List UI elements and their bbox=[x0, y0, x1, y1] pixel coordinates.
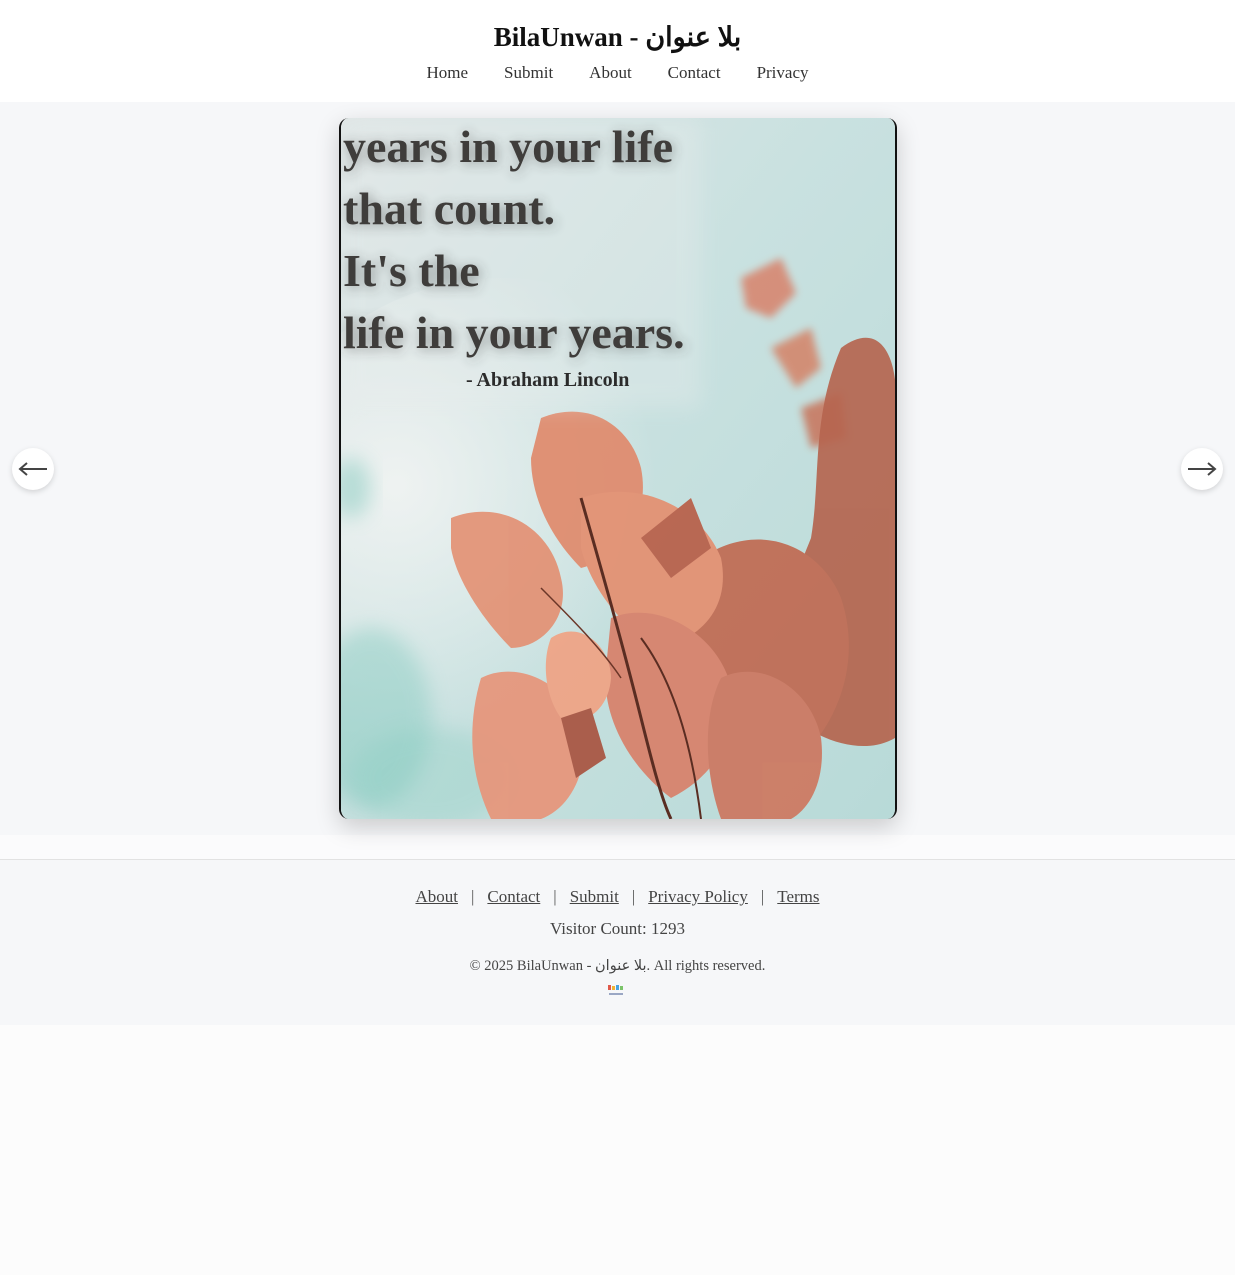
nav-about[interactable]: About bbox=[589, 63, 632, 83]
site-header: BilaUnwan - بلا عنوان Home Submit About … bbox=[0, 0, 1235, 102]
visitor-count: Visitor Count: 1293 bbox=[550, 919, 685, 938]
footer-logo-icon bbox=[608, 985, 623, 995]
quote-attribution: - Abraham Lincoln bbox=[466, 369, 629, 391]
nav-contact[interactable]: Contact bbox=[668, 63, 721, 83]
footer-links: About | Contact | Submit | Privacy Polic… bbox=[0, 887, 1235, 907]
arrow-left-icon bbox=[18, 462, 47, 476]
site-title[interactable]: BilaUnwan - بلا عنوان bbox=[0, 22, 1235, 53]
footer-link-submit[interactable]: Submit bbox=[570, 887, 619, 907]
copyright-text: © 2025 BilaUnwan - بلا عنوان. All rights… bbox=[469, 958, 766, 974]
footer-link-terms[interactable]: Terms bbox=[777, 887, 819, 907]
prev-slide-button[interactable] bbox=[12, 448, 54, 490]
quote-line-4: life in your years. bbox=[343, 307, 685, 358]
nav-privacy[interactable]: Privacy bbox=[757, 63, 809, 83]
quote-line-2: that count. bbox=[343, 183, 555, 234]
site-footer: About | Contact | Submit | Privacy Polic… bbox=[0, 859, 1235, 1025]
footer-separator: | bbox=[760, 887, 765, 906]
arrow-right-icon bbox=[1188, 462, 1217, 476]
footer-link-privacy-policy[interactable]: Privacy Policy bbox=[648, 887, 748, 907]
footer-separator: | bbox=[631, 887, 636, 906]
footer-link-about[interactable]: About bbox=[415, 887, 458, 907]
quote-line-3: It's the bbox=[343, 245, 480, 296]
next-slide-button[interactable] bbox=[1181, 448, 1223, 490]
footer-link-contact[interactable]: Contact bbox=[487, 887, 540, 907]
nav-home[interactable]: Home bbox=[427, 63, 469, 83]
quote-image: years in your life that count. It's the … bbox=[341, 118, 895, 819]
footer-separator: | bbox=[553, 887, 557, 906]
quote-line-1: years in your life bbox=[343, 121, 673, 172]
footer-spacer bbox=[0, 835, 1235, 859]
footer-separator: | bbox=[470, 887, 475, 906]
main-nav: Home Submit About Contact Privacy bbox=[0, 63, 1235, 83]
quote-image-slide: years in your life that count. It's the … bbox=[339, 118, 897, 819]
carousel: years in your life that count. It's the … bbox=[0, 102, 1235, 835]
nav-submit[interactable]: Submit bbox=[504, 63, 553, 83]
